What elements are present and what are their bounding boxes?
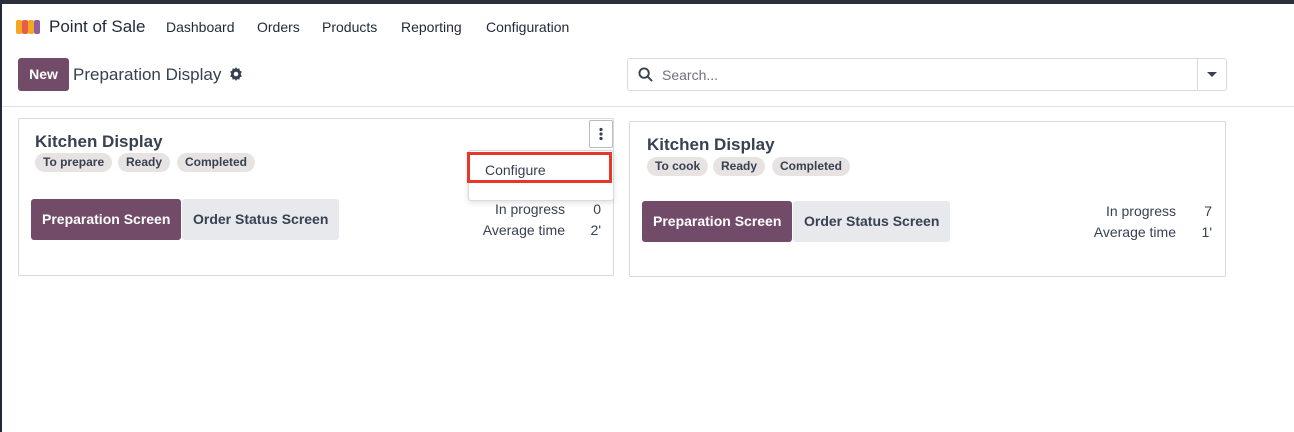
in-progress-label: In progress (1105, 203, 1176, 219)
average-time-value: 2' (590, 222, 601, 238)
gear-icon[interactable] (229, 67, 243, 81)
in-progress-label: In progress (494, 201, 565, 217)
average-time-label: Average time (482, 222, 565, 238)
new-button[interactable]: New (18, 58, 69, 91)
search-options-toggle[interactable] (1207, 72, 1217, 77)
search-separator (1197, 59, 1198, 90)
control-panel-divider (2, 106, 1294, 107)
preparation-screen-button[interactable]: Preparation Screen (31, 199, 182, 240)
top-navbar: Point of Sale Dashboard Orders Products … (0, 4, 1294, 48)
pos-shop-icon[interactable] (15, 18, 41, 36)
highlight-annotation (467, 152, 612, 183)
in-progress-value: 7 (1204, 203, 1212, 219)
order-status-screen-button[interactable]: Order Status Screen (182, 199, 340, 240)
menu-configuration[interactable]: Configuration (486, 19, 569, 35)
in-progress-value: 0 (593, 201, 601, 217)
menu-products[interactable]: Products (322, 19, 377, 35)
average-time-value: 1' (1201, 224, 1212, 240)
tag-completed: Completed (177, 153, 256, 172)
page-title: Preparation Display (73, 65, 222, 84)
card-menu-button[interactable] (589, 120, 613, 148)
search-icon (638, 67, 653, 82)
tag-ready: Ready (713, 157, 766, 176)
card-title[interactable]: Kitchen Display (647, 135, 775, 155)
tag-completed: Completed (772, 157, 851, 176)
kitchen-display-card[interactable]: Kitchen Display To cook Ready Completed … (629, 121, 1226, 277)
menu-orders[interactable]: Orders (257, 19, 300, 35)
menu-reporting[interactable]: Reporting (401, 19, 462, 35)
order-status-screen-button[interactable]: Order Status Screen (793, 201, 951, 242)
app-name[interactable]: Point of Sale (49, 17, 145, 37)
card-title[interactable]: Kitchen Display (35, 132, 163, 152)
window-left-edge (0, 4, 2, 432)
average-time-label: Average time (1093, 224, 1176, 240)
tag-to-cook: To cook (647, 157, 709, 176)
search-input[interactable] (660, 63, 1194, 87)
search-bar (627, 58, 1227, 91)
preparation-screen-button[interactable]: Preparation Screen (642, 201, 793, 242)
tag-to-prepare: To prepare (35, 153, 113, 172)
kebab-icon (599, 127, 603, 141)
menu-dashboard[interactable]: Dashboard (166, 19, 235, 35)
tag-ready: Ready (118, 153, 171, 172)
